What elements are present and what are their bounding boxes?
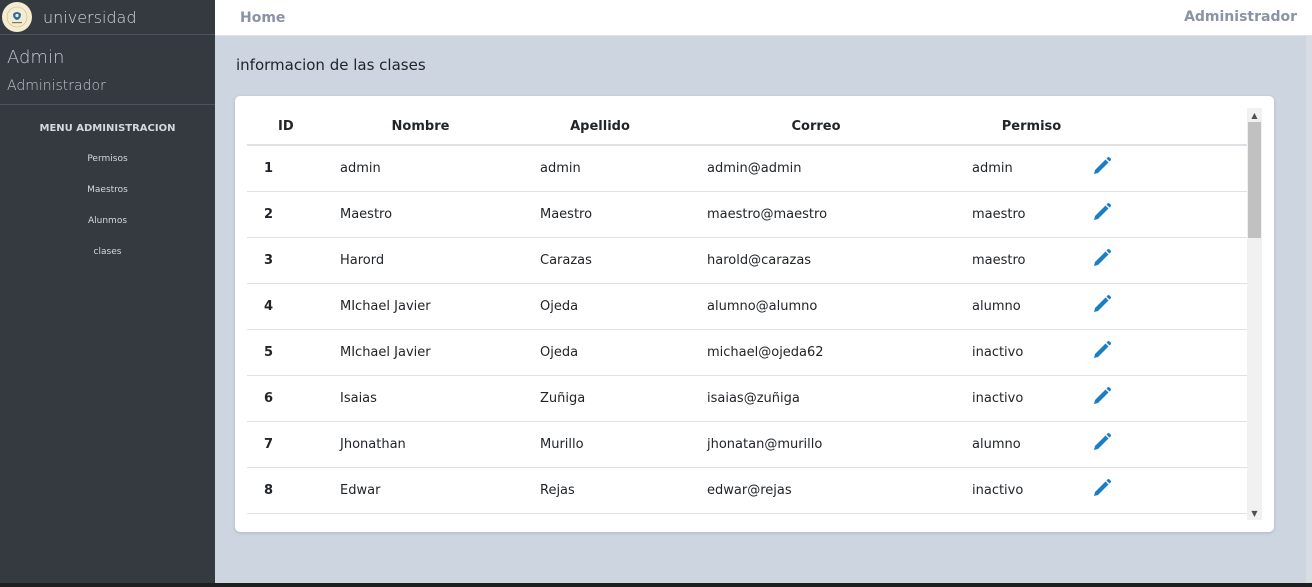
cell-apellido: Carazas [540,237,660,284]
pencil-icon[interactable] [1092,202,1112,226]
page-title: informacion de las clases [236,56,426,74]
pencil-icon[interactable] [1092,156,1112,180]
nav-home-link[interactable]: Home [240,10,285,26]
pencil-icon[interactable] [1092,248,1112,272]
header-correo: Correo [660,108,972,146]
sidebar-item-alumnos[interactable]: Alunmos [0,216,215,247]
cell-nombre: MIchael Javier [301,283,540,330]
cell-correo: alumno@alumno [660,283,972,330]
user-name[interactable]: Admin [7,47,208,68]
cell-nombre: Harord [301,237,540,284]
menu-header: MENU ADMINISTRACION [39,123,176,134]
scroll-thumb[interactable] [1248,122,1261,238]
cell-permiso: maestro [972,237,1091,284]
header-apellido: Apellido [540,108,660,146]
table-row: 4 MIchael Javier Ojeda alumno@alumno alumno [247,283,1247,330]
sidebar-menu: MENU ADMINISTRACION Permisos Maestros Al… [0,123,215,278]
table-row: 5 MIchael Javier Ojeda michael@ojeda62 inact… [247,329,1247,376]
table-row: 8 Edwar Rejas edwar@rejas inactivo [247,467,1247,514]
cell-correo: isaias@zuñiga [660,375,972,422]
header-permiso: Permiso [972,108,1091,146]
cell-id: 2 [247,191,301,238]
scroll-up-arrow-icon[interactable]: ▲ [1247,108,1262,122]
cell-id: 4 [247,283,301,330]
cell-permiso: inactivo [972,375,1091,422]
cell-id: 5 [247,329,301,376]
cell-nombre: Maestro [301,191,540,238]
table-scroll-area[interactable]: ID Nombre Apellido Correo Permiso 1 admin… [247,108,1247,520]
top-navbar: Home Administrador [215,0,1312,36]
user-role: Administrador [7,78,106,94]
cell-apellido: Ojeda [540,283,660,330]
cell-permiso: maestro [972,191,1091,238]
table-row: 1 admin admin admin@admin admin [247,145,1247,192]
sidebar-item-clases[interactable]: clases [0,247,215,278]
table-body: 1 admin admin admin@admin admin 2 Maestro Maest… [247,145,1247,514]
cell-actions [1091,329,1247,376]
sidebar-item-maestros[interactable]: Maestros [0,185,215,216]
cell-permiso: inactivo [972,329,1091,376]
header-nombre: Nombre [301,108,540,146]
cell-actions [1091,283,1247,330]
cell-actions [1091,421,1247,468]
cell-apellido: Rejas [540,467,660,514]
cell-nombre: admin [301,145,540,192]
brand-link[interactable]: universidad [0,0,215,35]
table-row: 2 Maestro Maestro maestro@maestro maestro [247,191,1247,238]
cell-permiso: alumno [972,283,1091,330]
page-scrollbar[interactable] [1306,36,1312,587]
header-actions [1091,108,1247,146]
cell-id: 3 [247,237,301,284]
cell-permiso: inactivo [972,467,1091,514]
cell-correo: admin@admin [660,145,972,192]
sidebar-item-permisos[interactable]: Permisos [0,154,215,185]
cell-apellido: admin [540,145,660,192]
cell-actions [1091,467,1247,514]
cell-correo: edwar@rejas [660,467,972,514]
cell-permiso: admin [972,145,1091,192]
pencil-icon[interactable] [1092,478,1112,502]
cell-nombre: Edwar [301,467,540,514]
cell-id: 8 [247,467,301,514]
nav-user-link[interactable]: Administrador [1184,9,1297,25]
cell-permiso: alumno [972,421,1091,468]
table-scrollbar[interactable]: ▲ ▼ [1247,108,1262,520]
cell-correo: michael@ojeda62 [660,329,972,376]
bottom-edge [0,583,1312,587]
pencil-icon[interactable] [1092,294,1112,318]
cell-apellido: Ojeda [540,329,660,376]
cell-apellido: Murillo [540,421,660,468]
cell-actions [1091,375,1247,422]
pencil-icon[interactable] [1092,432,1112,456]
table-row: 7 Jhonathan Murillo jhonatan@murillo alumno [247,421,1247,468]
pencil-icon[interactable] [1092,386,1112,410]
user-panel: Admin Administrador [0,35,215,105]
cell-correo: jhonatan@murillo [660,421,972,468]
brand-name: universidad [43,7,137,27]
cell-actions [1091,237,1247,284]
cell-actions [1091,145,1247,192]
cell-actions [1091,191,1247,238]
cell-nombre: Isaias [301,375,540,422]
cell-nombre: MIchael Javier [301,329,540,376]
cell-id: 7 [247,421,301,468]
table-card: ID Nombre Apellido Correo Permiso 1 admin… [235,96,1274,532]
cell-apellido: Maestro [540,191,660,238]
cell-apellido: Zuñiga [540,375,660,422]
university-seal-icon [2,2,32,32]
cell-correo: harold@carazas [660,237,972,284]
sidebar: universidad Admin Administrador MENU ADM… [0,0,215,587]
table-row: 3 Harord Carazas harold@carazas maestro [247,237,1247,284]
cell-correo: maestro@maestro [660,191,972,238]
classes-table: ID Nombre Apellido Correo Permiso 1 admin… [247,108,1247,514]
pencil-icon[interactable] [1092,340,1112,364]
table-header-row: ID Nombre Apellido Correo Permiso [247,108,1247,146]
cell-id: 6 [247,375,301,422]
cell-id: 1 [247,145,301,192]
table-row: 6 Isaias Zuñiga isaias@zuñiga inactivo [247,375,1247,422]
cell-nombre: Jhonathan [301,421,540,468]
header-id: ID [247,108,301,146]
scroll-down-arrow-icon[interactable]: ▼ [1247,506,1262,520]
